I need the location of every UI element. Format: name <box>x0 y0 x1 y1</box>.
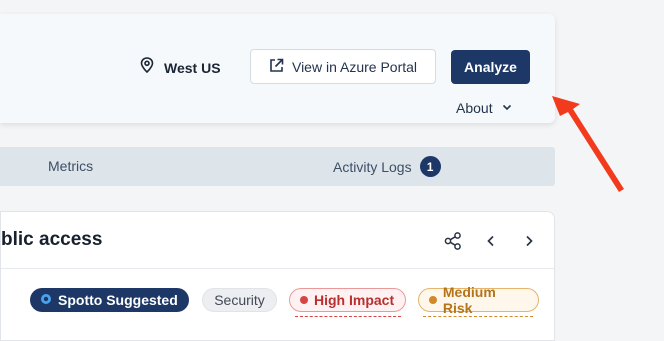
panel-actions <box>443 231 539 251</box>
location-pin-icon <box>140 57 154 78</box>
resource-header: West US View in Azure Portal Analyze Abo… <box>0 14 555 123</box>
about-dropdown[interactable]: About <box>456 100 513 116</box>
chevron-right-icon[interactable] <box>519 231 539 251</box>
high-impact-label: High Impact <box>314 292 395 308</box>
impact-underline <box>295 316 401 317</box>
panel-divider <box>1 268 554 269</box>
high-impact-badge: High Impact <box>289 288 406 312</box>
location-info: West US <box>140 57 221 78</box>
chevron-down-icon <box>501 100 513 116</box>
view-in-azure-portal-button[interactable]: View in Azure Portal <box>250 49 436 84</box>
external-link-icon <box>269 58 284 76</box>
risk-dot-icon <box>429 296 437 304</box>
tab-activity-logs-label: Activity Logs <box>333 158 412 175</box>
spotto-suggested-label: Spotto Suggested <box>58 292 178 308</box>
risk-underline <box>423 316 533 317</box>
panel-title: blic access <box>1 229 103 250</box>
tabs-bar: Metrics Activity Logs 1 <box>0 147 555 186</box>
recommendation-panel: blic access Spotto Suggested Security Hi… <box>0 211 555 341</box>
impact-dot-icon <box>300 296 308 304</box>
activity-count-badge: 1 <box>419 156 441 177</box>
medium-risk-badge: Medium Risk <box>418 284 539 316</box>
tab-metrics[interactable]: Metrics <box>48 158 93 174</box>
spotto-logo-icon <box>40 292 52 308</box>
analyze-button[interactable]: Analyze <box>451 50 530 84</box>
security-badge: Security <box>202 288 277 312</box>
location-label: West US <box>164 59 221 76</box>
about-label: About <box>456 100 493 116</box>
azure-button-label: View in Azure Portal <box>291 58 418 75</box>
tab-activity-logs[interactable]: Activity Logs 1 <box>333 156 441 177</box>
spotto-suggested-badge: Spotto Suggested <box>30 288 189 312</box>
medium-risk-label: Medium Risk <box>442 284 496 316</box>
chevron-left-icon[interactable] <box>481 231 501 251</box>
share-icon[interactable] <box>443 231 463 251</box>
